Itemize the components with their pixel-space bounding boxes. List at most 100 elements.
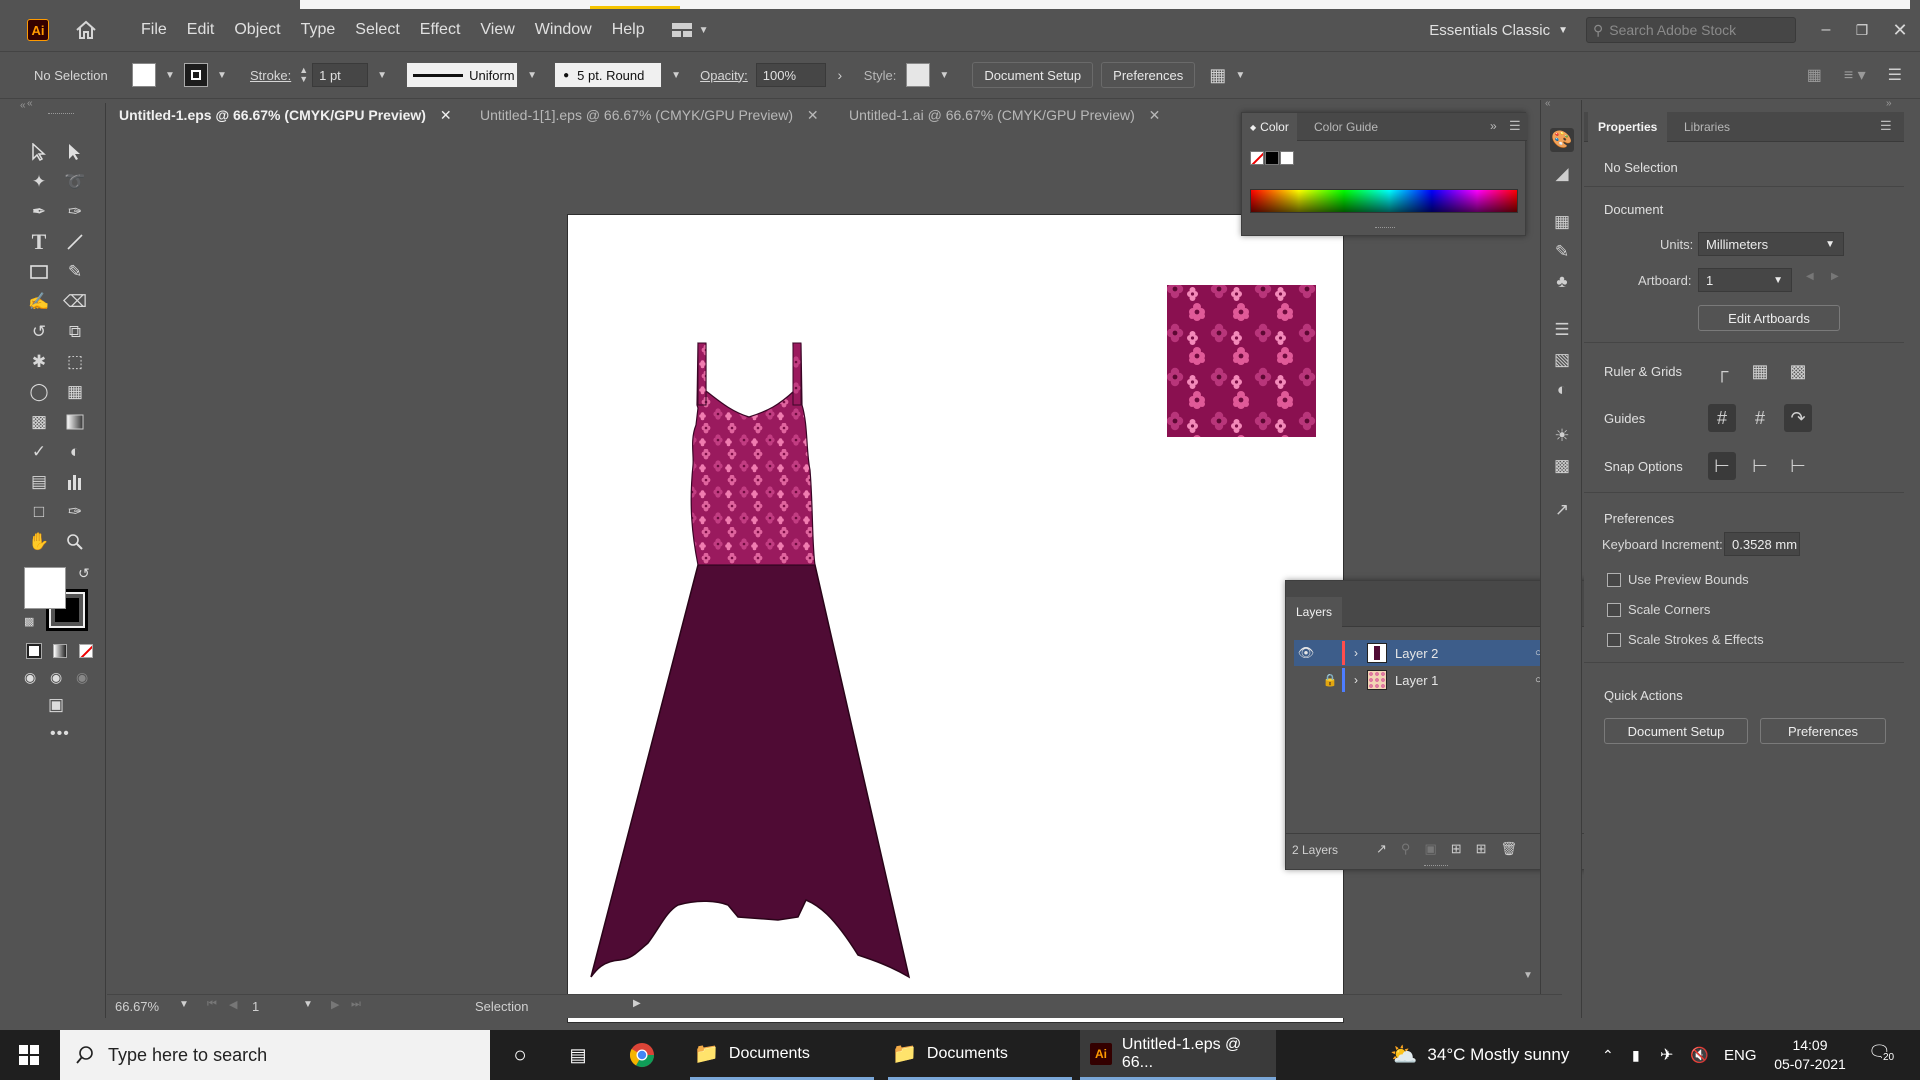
taskbar-app-documents[interactable]: 📁 Documents	[690, 1030, 874, 1080]
weather-widget[interactable]: ⛅ 34°C Mostly sunny	[1390, 1030, 1569, 1080]
smart-guides-icon[interactable]: ↷	[1784, 404, 1812, 432]
arrange-dropdown-icon[interactable]: ▼	[1226, 62, 1254, 88]
close-tab-icon[interactable]: ✕	[440, 107, 452, 123]
artboard-number-field[interactable]: 1	[252, 999, 259, 1014]
direct-selection-tool-icon[interactable]	[62, 139, 88, 165]
menu-edit[interactable]: Edit	[177, 9, 225, 51]
tab-color[interactable]: ◆ Color	[1242, 113, 1297, 141]
keyboard-increment-field[interactable]: 0.3528 mm	[1724, 532, 1800, 556]
delete-layer-icon[interactable]: 🗑	[1501, 841, 1518, 857]
artboard-tool-icon[interactable]: □	[26, 499, 52, 525]
task-view-icon[interactable]: ▤	[566, 1030, 590, 1080]
stroke-stepper[interactable]: ▲ ▼	[299, 66, 308, 84]
brush-dropdown-icon[interactable]: ▼	[662, 62, 690, 88]
grid-icon[interactable]: ▦	[1746, 357, 1774, 385]
eraser-tool-icon[interactable]: ⌫	[62, 289, 88, 315]
draw-normal-icon[interactable]: ◉	[24, 669, 36, 686]
maximize-button[interactable]: ❐	[1844, 22, 1880, 39]
fill-dropdown-icon[interactable]: ▼	[156, 62, 184, 88]
slice-tool-icon[interactable]: ✑	[62, 499, 88, 525]
document-setup-button[interactable]: Document Setup	[972, 62, 1094, 88]
opacity-field[interactable]: 100%	[755, 63, 826, 87]
menu-object[interactable]: Object	[224, 9, 290, 51]
network-icon[interactable]: ✈	[1660, 1030, 1673, 1080]
swap-colors-icon[interactable]: ↺	[78, 565, 90, 582]
eyedropper-tool-icon[interactable]: ✓	[26, 439, 52, 465]
rulers-icon[interactable]: ┌	[1708, 357, 1736, 385]
scroll-down-icon[interactable]: ▼	[1523, 970, 1533, 981]
shaper-tool-icon[interactable]: ✍	[26, 289, 52, 315]
perspective-grid-tool-icon[interactable]: ▦	[62, 379, 88, 405]
menu-effect[interactable]: Effect	[410, 9, 471, 51]
draw-behind-icon[interactable]: ◉	[50, 669, 62, 686]
gradient-tool-icon[interactable]	[62, 409, 88, 435]
lock-icon[interactable]: 🔒	[1318, 673, 1342, 687]
clipping-mask-icon[interactable]: ▣	[1424, 841, 1436, 857]
swatches-icon[interactable]: ▦	[1550, 210, 1574, 234]
pattern-swatch[interactable]	[1167, 285, 1316, 437]
language-indicator[interactable]: ENG	[1724, 1030, 1757, 1080]
transparency-icon[interactable]: ◐	[1550, 378, 1574, 402]
panel-menu-icon[interactable]: ☰	[1888, 65, 1902, 85]
gradient-mode-icon[interactable]	[53, 644, 67, 658]
white-swatch[interactable]	[1280, 151, 1294, 165]
variable-width-profile[interactable]: Uniform	[406, 62, 519, 88]
layer-row[interactable]: 🔒 › Layer 1 ○	[1294, 667, 1576, 693]
color-spectrum[interactable]	[1250, 189, 1518, 213]
dress-skirt[interactable]	[590, 564, 911, 979]
menu-view[interactable]: View	[470, 9, 524, 51]
panel-menu-icon[interactable]: ☰	[1880, 118, 1892, 134]
column-graph-tool-icon[interactable]	[62, 469, 88, 495]
qa-preferences-button[interactable]: Preferences	[1760, 718, 1886, 744]
menu-help[interactable]: Help	[602, 9, 655, 51]
zoom-tool-icon[interactable]	[62, 529, 88, 555]
panel-menu-icon[interactable]: ☰	[1509, 118, 1521, 134]
tab-layers[interactable]: Layers	[1286, 597, 1343, 627]
stroke-dropdown-icon[interactable]: ▼	[208, 62, 236, 88]
canvas[interactable]	[107, 130, 1541, 1023]
black-swatch[interactable]	[1265, 151, 1279, 165]
artboard-dropdown-icon[interactable]: ▼	[303, 999, 313, 1010]
snap-to-grid-icon[interactable]: ⊢	[1784, 452, 1812, 480]
screen-mode-icon[interactable]: ▣	[48, 695, 64, 715]
taskbar-app-illustrator[interactable]: Ai Untitled-1.eps @ 66...	[1080, 1030, 1276, 1080]
notification-center-icon[interactable]: 🗨 20	[1868, 1042, 1898, 1068]
pen-tool-icon[interactable]: ✒	[26, 199, 52, 225]
edit-artboards-button[interactable]: Edit Artboards	[1698, 305, 1840, 331]
warp-tool-icon[interactable]: ✱	[26, 349, 52, 375]
taskbar-app-documents[interactable]: 📁 Documents	[888, 1030, 1072, 1080]
clock[interactable]: 14:09 05-07-2021	[1770, 1036, 1850, 1074]
zoom-dropdown-icon[interactable]: ▼	[179, 999, 189, 1010]
preferences-button[interactable]: Preferences	[1101, 62, 1196, 88]
minimize-button[interactable]: –	[1808, 21, 1844, 39]
tab-untitled-1-1-eps[interactable]: Untitled-1[1].eps @ 66.67% (CMYK/GPU Pre…	[468, 100, 831, 130]
stroke-label[interactable]: Stroke:	[250, 68, 291, 83]
gradient-panel-icon[interactable]: ▧	[1550, 348, 1574, 372]
scale-strokes-checkbox[interactable]: Scale Strokes & Effects	[1607, 632, 1764, 647]
rotate-tool-icon[interactable]: ↺	[26, 319, 52, 345]
shape-builder-tool-icon[interactable]: ◯	[26, 379, 52, 405]
layer-row[interactable]: 👁 › Layer 2 ○	[1294, 640, 1576, 666]
stroke-swatch[interactable]	[184, 63, 208, 87]
menu-file[interactable]: File	[131, 9, 177, 51]
opacity-label[interactable]: Opacity:	[700, 68, 748, 83]
stroke-weight-field[interactable]: 1 pt	[312, 63, 369, 87]
transform-icon[interactable]: ≡ ▾	[1844, 65, 1866, 85]
brushes-icon[interactable]: ✎	[1550, 240, 1574, 264]
artboard-select[interactable]: 1 ▼	[1698, 268, 1792, 292]
previous-artboard-icon[interactable]: ◀	[229, 998, 237, 1011]
show-guides-icon[interactable]: #	[1708, 404, 1736, 432]
menu-window[interactable]: Window	[525, 9, 602, 51]
style-swatch[interactable]	[906, 63, 931, 87]
style-dropdown-icon[interactable]: ▼	[930, 62, 958, 88]
status-menu-icon[interactable]: ▶	[633, 998, 641, 1009]
appearance-icon[interactable]: ☀	[1550, 424, 1574, 448]
home-icon[interactable]	[73, 17, 99, 43]
curvature-tool-icon[interactable]: ✑	[62, 199, 88, 225]
cortana-icon[interactable]: ○	[508, 1030, 532, 1080]
show-hidden-icons-icon[interactable]: ⌃	[1602, 1030, 1614, 1080]
artwork[interactable]	[568, 215, 1345, 1024]
export-icon[interactable]: ↗	[1376, 841, 1387, 857]
previous-artboard-icon[interactable]: ◀	[1806, 271, 1814, 282]
first-artboard-icon[interactable]: ⏮	[207, 998, 217, 1011]
